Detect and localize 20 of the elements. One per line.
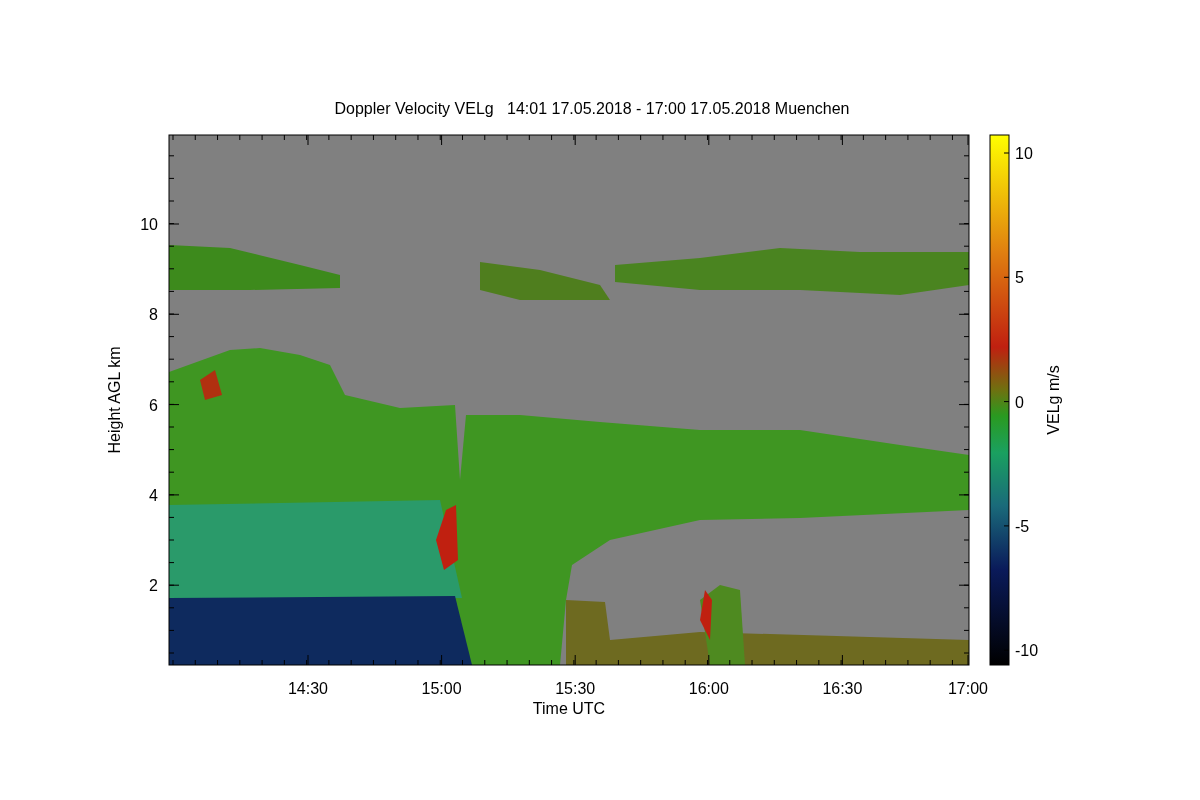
y-tick-label: 6 — [149, 396, 158, 414]
x-tick-label: 14:30 — [288, 680, 328, 697]
x-tick-label: 16:30 — [822, 680, 863, 697]
y-axis-label: Height AGL km — [106, 346, 123, 454]
x-tick-label: 17:00 — [948, 680, 988, 697]
colorbar-tick-label: 0 — [1015, 393, 1024, 411]
y-tick-label: 4 — [149, 486, 158, 504]
colorbar-tick-label: 10 — [1015, 145, 1033, 162]
y-tick-label: 2 — [149, 577, 158, 595]
y-tick-label: 8 — [149, 306, 158, 324]
colorbar-label: VELg m/s — [1045, 365, 1062, 435]
x-tick-label: 15:30 — [555, 680, 596, 697]
y-tick-label: 10 — [140, 216, 158, 233]
plot-title: Doppler Velocity VELg 14:01 17.05.2018 - 17:00 17.05.2018 Muenchen — [334, 100, 850, 117]
colorbar-tick-label: -5 — [1015, 517, 1030, 535]
x-tick-label: 15:00 — [421, 680, 462, 697]
colorbar-tick-label: 5 — [1015, 269, 1024, 287]
x-axis-label: Time UTC — [532, 700, 606, 717]
x-tick-label: 16:00 — [688, 680, 729, 697]
colorbar-tick-label: -10 — [1015, 642, 1039, 660]
